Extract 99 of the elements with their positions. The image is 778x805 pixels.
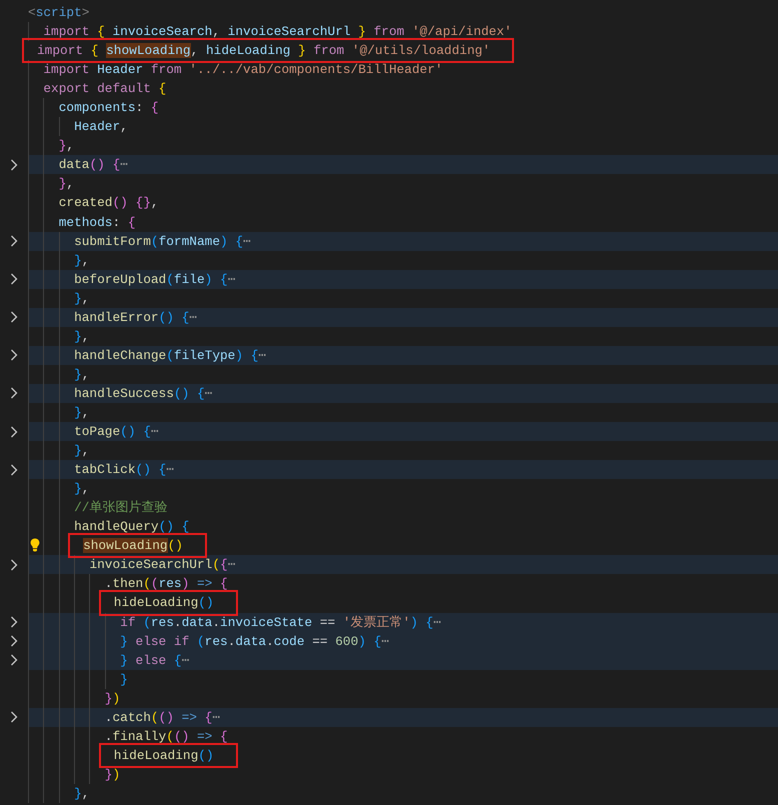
indent-guide: [74, 708, 90, 727]
code-line: import { showLoading, hideLoading } from '@/utils/loadding': [37, 43, 490, 58]
chevron-right-icon[interactable]: [10, 558, 18, 571]
code-line: } else {⋯: [120, 652, 190, 670]
indent-guide: [28, 270, 44, 289]
indent-guide: [28, 364, 44, 384]
chevron-right-icon[interactable]: [10, 311, 18, 324]
indent-guide: [58, 250, 74, 270]
code-line: },: [74, 328, 90, 346]
code-line: import { invoiceSearch, invoiceSearchUrl } from '@/api/index': [43, 23, 512, 42]
code-line: } else if (res.data.code == 600) {⋯: [120, 632, 390, 651]
indent-guide: [28, 155, 44, 174]
code-line: },: [74, 366, 90, 384]
code-line: showLoading(): [83, 538, 183, 554]
indent-guide: [28, 688, 44, 708]
indent-guide: [43, 670, 59, 689]
indent-guide: [43, 250, 59, 270]
indent-guide: [28, 384, 44, 403]
indent-guide: [28, 574, 44, 594]
indent-guide: [28, 346, 44, 365]
code-line: handleChange(fileType) {⋯: [74, 346, 266, 365]
indent-guide: [28, 402, 44, 422]
indent-guide: [43, 536, 59, 556]
code-line: methods: {: [58, 214, 136, 232]
lightbulb-icon[interactable]: [30, 538, 40, 552]
code-line: components: {: [58, 99, 159, 118]
indent-guide: [58, 288, 74, 308]
indent-guide: [74, 726, 90, 746]
indent-guide: [28, 670, 44, 689]
indent-guide: [74, 574, 90, 594]
indent-guide: [28, 555, 44, 574]
code-line: },: [74, 784, 90, 803]
indent-guide: [43, 288, 59, 308]
indent-guide: [28, 612, 44, 632]
code-line: hideLoading(): [114, 595, 214, 610]
indent-guide: [28, 536, 44, 556]
indent-guide: [74, 670, 90, 689]
chevron-right-icon[interactable]: [10, 235, 18, 248]
code-line: }): [104, 690, 120, 708]
indent-guide: [28, 250, 44, 270]
code-line: import Header from '../../vab/components/BillHeader': [43, 61, 443, 80]
code-line: tabClick() {⋯: [74, 461, 174, 480]
indent-guide: [28, 650, 44, 670]
code-line: },: [74, 404, 90, 422]
code-line: Header,: [74, 118, 128, 136]
code-line: if (res.data.invoiceState == '发票正常') {⋯: [120, 614, 442, 632]
code-line: },: [74, 290, 90, 308]
code-line: hideLoading(): [114, 748, 214, 763]
code-line: data() {⋯: [58, 156, 128, 174]
code-line: handleError() {⋯: [74, 308, 197, 327]
code-line: },: [58, 137, 74, 156]
chevron-right-icon[interactable]: [10, 426, 18, 438]
code-line: //单张图片查验: [74, 499, 168, 518]
code-line: }: [120, 670, 128, 689]
code-line: created() {},: [58, 194, 159, 212]
code-line: handleQuery() {: [74, 518, 190, 536]
indent-guide: [28, 212, 44, 232]
chevron-right-icon[interactable]: [10, 711, 18, 724]
indent-guide: [28, 308, 44, 327]
chevron-right-icon[interactable]: [10, 464, 18, 476]
indent-guide: [28, 422, 44, 442]
indent-guide: [74, 593, 90, 612]
code-line: .finally(() => {: [104, 728, 228, 746]
code-line: invoiceSearchUrl({⋯: [89, 556, 236, 574]
code-line: <script>: [28, 4, 90, 22]
chevron-right-icon[interactable]: [10, 635, 18, 648]
indent-guide: [28, 174, 44, 194]
chevron-right-icon[interactable]: [10, 387, 18, 400]
indent-guide: [28, 136, 44, 156]
code-line: },: [74, 252, 90, 270]
code-line: submitForm(formName) {⋯: [74, 232, 251, 251]
chevron-right-icon[interactable]: [10, 273, 18, 286]
indent-guide: [28, 593, 44, 612]
code-line: beforeUpload(file) {⋯: [74, 270, 236, 289]
code-line: }): [104, 766, 120, 784]
code-line: export default {: [43, 80, 166, 98]
chevron-right-icon[interactable]: [10, 616, 18, 628]
indent-guide: [74, 688, 90, 708]
indent-guide: [28, 708, 44, 727]
code-line: .catch(() => {⋯: [104, 708, 220, 727]
indent-guide: [74, 650, 90, 670]
indent-guide: [28, 726, 44, 746]
indent-guide: [28, 460, 44, 480]
indent-guide: [28, 441, 44, 460]
code-line: .then((res) => {: [104, 575, 228, 594]
code-line: },: [58, 175, 74, 194]
indent-guide: [58, 670, 74, 689]
indent-guide: [28, 479, 44, 498]
indent-guide: [28, 232, 44, 251]
code-line: },: [74, 480, 90, 498]
code-line: toPage() {⋯: [74, 423, 159, 442]
indent-guide: [28, 288, 44, 308]
chevron-right-icon[interactable]: [10, 349, 18, 362]
chevron-right-icon[interactable]: [10, 654, 18, 666]
code-line: },: [74, 442, 90, 460]
chevron-right-icon[interactable]: [10, 158, 18, 171]
code-line: handleSuccess() {⋯: [74, 384, 212, 403]
indent-guide: [89, 670, 105, 689]
indent-guide: [28, 326, 44, 346]
